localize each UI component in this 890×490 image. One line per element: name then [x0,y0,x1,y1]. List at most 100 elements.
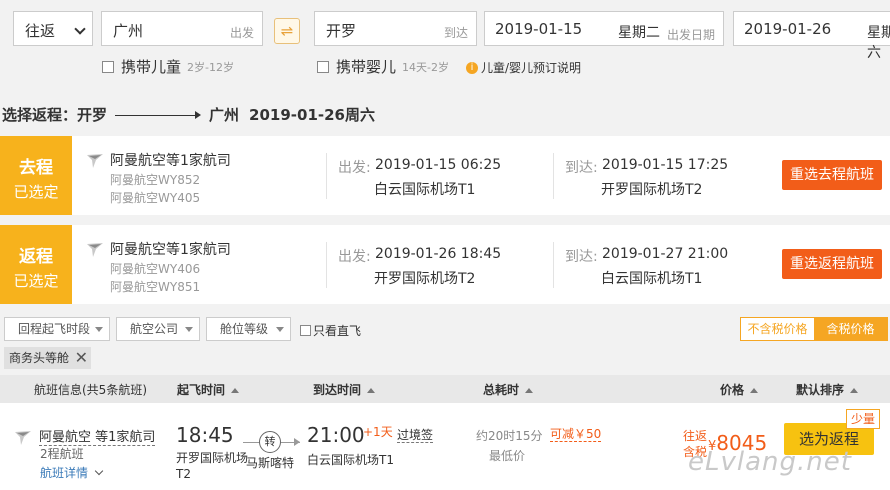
col-arrive-sort[interactable]: 到达时间 [313,381,376,398]
col-label: 到达时间 [313,383,362,397]
swap-cities-icon[interactable]: ⇌ [274,18,300,44]
row-segments: 2程航班 [40,447,84,461]
reselect-outbound-button[interactable]: 重选去程航班 [782,160,882,190]
cabin-filter[interactable]: 舱位等级 [206,317,291,341]
price-incl-tax-tab[interactable]: 含税价格 [814,318,887,340]
col-duration-sort[interactable]: 总耗时 [483,381,534,398]
col-depart-sort[interactable]: 起飞时间 [177,381,240,398]
reselect-return-button[interactable]: 重选返程航班 [782,249,882,279]
from-city-value: 广州 [113,22,144,40]
depart-label: 出发: [338,160,371,176]
infant-label: 携带婴儿 [336,58,397,76]
title-to: 广州 [209,106,240,124]
filter-label: 航空公司 [130,322,179,336]
sort-up-icon [525,388,534,393]
return-badge: 返程 已选定 [0,225,72,304]
child-checkbox[interactable] [102,60,114,73]
price-excl-tax-tab[interactable]: 不含税价格 [741,318,814,340]
chevron-down-icon [94,466,104,476]
col-label: 价格 [720,383,745,397]
trip-type-value: 往返 [25,22,56,40]
search-bar: 往返 广州 出发 ⇌ 开罗 到达 2019-01-15 星期二 出发日期 201… [0,0,890,92]
badge-subtitle: 已选定 [13,272,59,290]
sort-up-icon [367,388,376,393]
title-from: 开罗 [77,106,108,124]
arrow-right-icon [294,438,300,446]
depart-airport: 开罗国际机场T2 [374,271,476,287]
depart-airport: 白云国际机场T1 [374,182,476,198]
watermark: eLvlang.net [688,447,852,477]
row-depart-airport: 开罗国际机场T2 [176,451,249,481]
infant-age-range: 14天-2岁 [402,60,449,74]
sort-up-icon [750,388,759,393]
direct-only-checkbox[interactable] [300,325,311,336]
arrive-airport: 白云国际机场T1 [601,271,703,287]
results-header: 航班信息(共5条航班) 起飞时间 到达时间 总耗时 价格 默认排序 [0,375,890,403]
active-filter-tag: 商务头等舱 ✕ [4,347,91,369]
leg-flight-number: 阿曼航空WY852 [110,173,201,187]
col-label: 默认排序 [796,383,845,397]
child-label: 携带儿童 [121,58,182,76]
leg-airline: 阿曼航空等1家航司 [110,153,231,169]
badge-title: 去程 [19,158,53,178]
selected-outbound-leg: 去程 已选定 阿曼航空等1家航司 阿曼航空WY852 阿曼航空WY405 出发:… [0,136,890,215]
return-weekday: 星期六 [867,25,890,61]
depart-weekday: 星期二 [618,25,660,41]
direct-only-option[interactable]: 只看直飞 [300,322,361,339]
col-default-sort[interactable]: 默认排序 [796,381,859,398]
divider [553,242,554,288]
return-date-input[interactable]: 2019-01-26 星期六 [733,11,890,61]
title-prefix: 选择返程： [2,106,78,124]
depart-time: 2019-01-15 06:25 [375,157,502,173]
row-plus-day: +1天 [363,425,393,439]
filter-label: 舱位等级 [220,322,269,336]
transit-visa-link[interactable]: 过境签 [397,428,434,443]
airline-logo-icon [87,243,103,257]
return-time-filter[interactable]: 回程起飞时段 [4,317,110,341]
airline-logo-icon [87,154,103,168]
row-arrive-airport: 白云国际机场T1 [307,453,394,467]
caret-down-icon [185,327,193,332]
row-depart-time: 18:45 [176,423,234,447]
to-hint: 到达 [443,26,468,40]
row-saving[interactable]: 可减￥50 [550,427,602,442]
sort-up-icon [231,388,240,393]
row-airline[interactable]: 阿曼航空 等1家航司 [39,426,156,446]
child-option[interactable]: 携带儿童 2岁-12岁 [102,56,234,77]
depart-date-hint: 出发日期 [667,28,716,42]
details-label: 航班详情 [40,466,89,480]
page-title: 选择返程： 开罗 广州 2019-01-26周六 [2,104,375,125]
airline-filter[interactable]: 航空公司 [116,317,200,341]
booking-info-link[interactable]: i 儿童/婴儿预订说明 [466,59,581,76]
row-arrive-time: 21:00 [307,423,365,447]
depart-label: 出发: [338,249,371,265]
badge-title: 返程 [19,247,53,267]
info-icon: i [466,61,478,74]
from-hint: 出发 [229,26,254,40]
return-date-value: 2019-01-26 [744,20,832,38]
arrive-airport: 开罗国际机场T2 [601,182,703,198]
col-price-sort[interactable]: 价格 [720,381,759,398]
infant-checkbox[interactable] [317,60,329,73]
leg-flight-number: 阿曼航空WY405 [110,191,201,205]
transfer-indicator: 转 [243,431,300,453]
to-city-value: 开罗 [326,22,357,40]
airline-logo-icon [15,431,31,445]
row-via-city: 马斯喀特 [246,456,295,470]
flight-details-link[interactable]: 航班详情 [40,464,104,481]
from-city-input[interactable]: 广州 出发 [101,11,263,46]
booking-info-text: 儿童/婴儿预订说明 [481,61,582,75]
filter-label: 回程起飞时段 [18,322,91,336]
close-icon[interactable]: ✕ [75,347,88,369]
leg-airline: 阿曼航空等1家航司 [110,242,231,258]
trip-type-select[interactable]: 往返 [13,11,93,46]
to-city-input[interactable]: 开罗 到达 [314,11,477,46]
badge-subtitle: 已选定 [13,183,59,201]
arrow-right-icon [115,110,202,120]
infant-option[interactable]: 携带婴儿 14天-2岁 [317,56,449,77]
direct-only-label: 只看直飞 [313,324,362,338]
arrive-time: 2019-01-15 17:25 [602,157,729,173]
depart-date-input[interactable]: 2019-01-15 星期二 出发日期 [484,11,724,46]
child-age-range: 2岁-12岁 [187,60,234,74]
arrive-label: 到达: [565,249,598,265]
